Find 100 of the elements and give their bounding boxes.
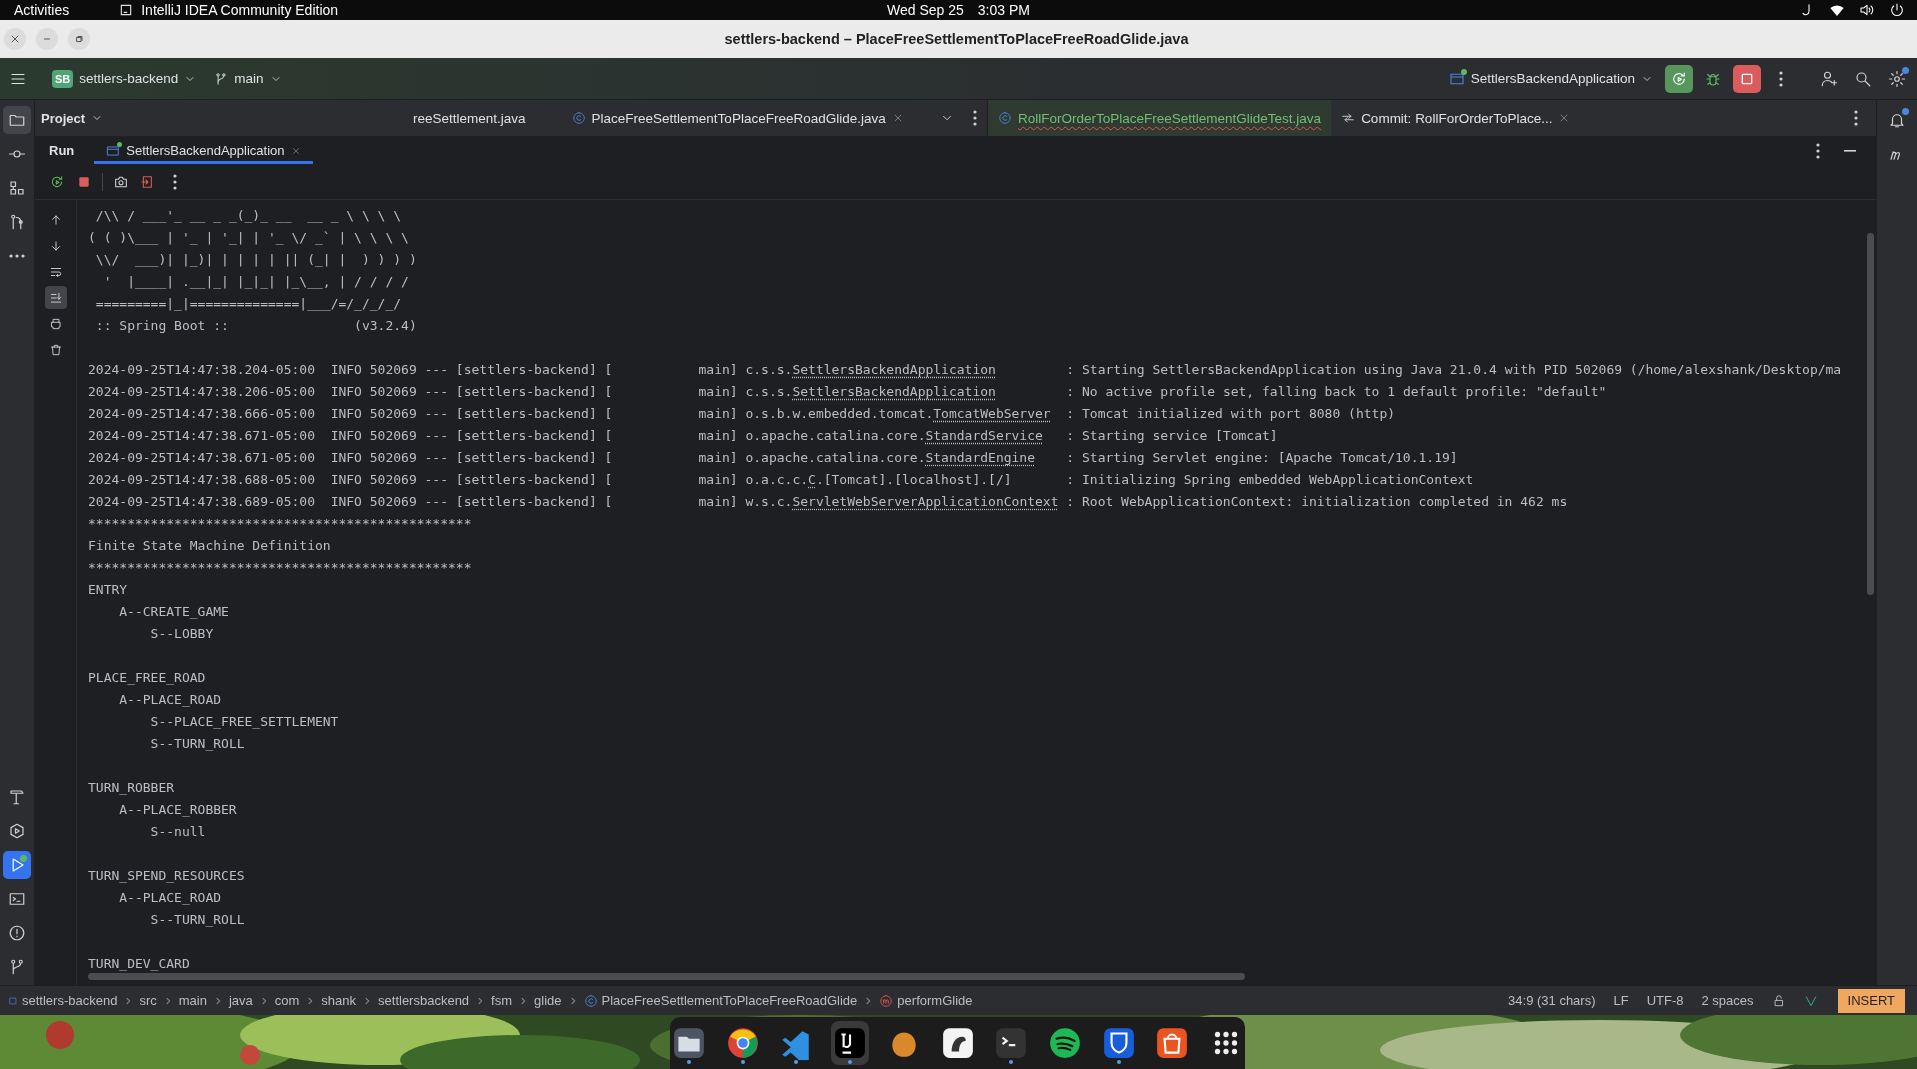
class-link[interactable]: StandardService [925,428,1043,443]
indent-setting[interactable]: 2 spaces [1695,993,1760,1008]
window-icon [106,143,121,158]
close-button[interactable] [4,28,26,50]
state-entry: S--LOBBY [150,626,214,641]
run-configuration-dropdown[interactable]: SettlersBackendApplication [1442,66,1659,91]
editor-tab[interactable]: RollForOrderToPlaceFreeSettlementGlideTest.java [988,100,1332,136]
editor-tab[interactable]: reeSettlement.java [411,100,536,136]
class-icon [998,111,1012,125]
file-encoding[interactable]: UTF-8 [1640,993,1690,1008]
folder-app-icon[interactable] [671,1026,706,1060]
breadcrumb[interactable]: PlaceFreeSettlementToPlaceFreeRoadGlide [583,993,858,1008]
class-link[interactable]: SettlersBackendApplication [792,384,996,399]
more-icon [973,110,977,126]
minimize-icon [1844,149,1856,152]
project-switcher[interactable]: SB settlers-backend [46,65,203,92]
branch-icon [8,958,26,976]
notification-dot [1902,108,1909,115]
clock-time[interactable]: 3:03 PM [977,2,1030,18]
running-indicator [848,1060,853,1064]
vertical-scrollbar[interactable] [1867,233,1874,595]
volume-icon[interactable] [1859,2,1875,18]
ide-app-icon[interactable] [833,1026,868,1060]
running-indicator [686,1060,691,1064]
breadcrumb[interactable]: src [139,993,157,1008]
breadcrumb[interactable]: settlers-backend [8,993,118,1008]
bag-app-icon[interactable] [1155,1026,1190,1060]
problems-icon [8,924,26,942]
restore-button[interactable] [68,28,90,50]
running-indicator [1116,1060,1121,1064]
search-icon [1854,69,1872,88]
rerun-icon [1670,69,1688,88]
branch-icon [214,71,229,86]
shield-app-icon[interactable] [1101,1026,1136,1060]
log-line: 2024-09-25T14:47:38.666-05:00 INFO 502069 --- [settlers-backend] [ main] o.s.b.w.embedded.tomcat.TomcatWebServer : Tomcat initialized with port 8080 (http) [88,405,1397,423]
state-entry: S--TURN_ROLL [150,736,245,751]
class-link[interactable]: TomcatWebServer [933,406,1051,421]
banner-line: :: Spring Boot :: (v3.2.4) [94,317,418,335]
activities-button[interactable]: Activities [14,2,70,18]
line-ending[interactable]: LF [1607,993,1635,1008]
scroll-to-end-button[interactable] [44,286,67,309]
stop-icon [77,174,91,189]
branch-dropdown[interactable]: main [208,67,288,90]
state-entry: TURN_ROBBER [88,780,175,795]
banner-line: \\/ ___)| |_)| | | | | || (_| | ) ) ) ) [94,251,418,269]
stop-button[interactable] [1733,64,1761,93]
power-icon[interactable] [1889,2,1905,18]
breadcrumb[interactable]: performGlide [879,993,973,1008]
commit-arrows-icon [1341,111,1356,125]
breadcrumb[interactable]: fsm [491,993,513,1008]
terminal-app-icon[interactable] [994,1026,1029,1060]
folder-tool-button[interactable] [3,106,31,134]
separator-line: ************************************************* [88,515,473,533]
state-entry: A--CREATE_GAME [119,604,229,619]
class-link[interactable]: SettlersBackendApplication [792,362,996,377]
trash-icon [48,342,63,357]
terminal-icon [8,890,26,908]
log-line: 2024-09-25T14:47:38.671-05:00 INFO 502069 --- [settlers-backend] [ main] o.apache.catalina.core.StandardEngine : Starting Servlet engine: [Apache Tomcat/10.1.19] [88,449,1459,467]
running-dot [1460,68,1467,75]
banner-line: ' |____| .__|_| |_|_| |_\__, | / / / / [102,273,410,291]
pull-request-icon [8,213,26,231]
print-icon [48,316,63,331]
banner-line: ( ( )\___ | '_ | '_| | '_ \/ _` | \ \ \ \ [88,229,410,247]
more-icon [1854,110,1858,126]
breadcrumb[interactable]: shank [321,993,357,1008]
running-indicator [740,1060,745,1064]
horizontal-scrollbar[interactable] [88,973,1245,980]
breadcrumb[interactable]: com [274,993,300,1008]
banner-line: =========|_|==============|___/=/_/_/_/ [94,295,403,313]
project-view-dropdown[interactable]: Project [35,106,110,130]
separator-line: ************************************************* [88,559,473,577]
music-app-icon[interactable] [1047,1026,1082,1060]
state-entry: S--TURN_ROLL [150,912,245,927]
editor-tab[interactable]: Commit: RollForOrderToPlace... [1331,100,1581,136]
class-link[interactable]: ServletWebServerApplicationContext [792,494,1059,509]
bird-app-icon[interactable] [940,1026,975,1060]
run-tool-button[interactable] [3,851,31,879]
class-link[interactable]: StandardEngine [925,450,1036,465]
v-mark-icon[interactable] [1803,993,1818,1008]
state-entry: A--PLACE_ROBBER [119,802,237,817]
app-menu[interactable]: IntelliJ IDEA Community Edition [141,2,339,18]
run-tab[interactable]: SettlersBackendApplication [94,137,313,164]
editor-tab[interactable]: PlaceFreeSettlementToPlaceFreeRoadGlide.java [561,100,914,136]
rerun-button[interactable] [1665,64,1693,93]
breadcrumb[interactable]: java [228,993,253,1008]
clock-date[interactable]: Wed Sep 25 [887,2,964,18]
breadcrumb[interactable]: main [178,993,207,1008]
state-entry: A--PLACE_ROAD [119,890,222,905]
input-mode[interactable]: INSERT [1837,988,1905,1013]
log-line: 2024-09-25T14:47:38.204-05:00 INFO 502069 --- [settlers-backend] [ main] c.s.s.SettlersBackendApplication : Starting SettlersBackendApplication using Java 21.0.4 with PID 502069 (/home/alexshank/Desktop/ma [88,361,1843,379]
class-link[interactable]: C [808,472,816,487]
browser-app-icon[interactable] [725,1026,760,1060]
breadcrumb[interactable]: glide [534,993,562,1008]
caret-position[interactable]: 34:9 (31 chars) [1502,993,1602,1008]
close-icon[interactable] [290,145,301,156]
running-indicator [1009,1060,1014,1064]
state-entry: PLACE_FREE_ROAD [88,670,206,685]
add-user-icon [1820,69,1838,88]
breadcrumb[interactable]: settlersbackend [378,993,470,1008]
more-icon [173,173,177,190]
